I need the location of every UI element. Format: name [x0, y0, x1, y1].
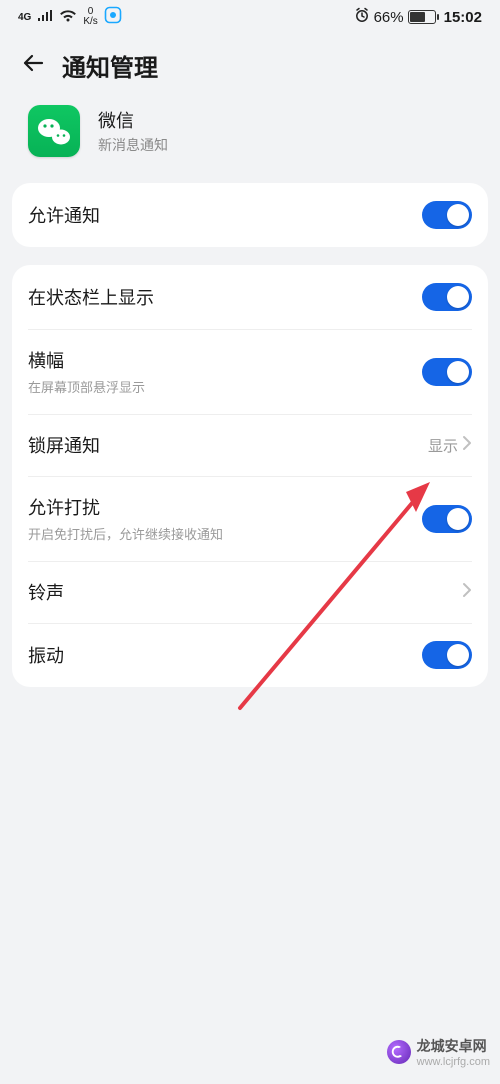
status-right: 66% 15:02: [354, 7, 482, 27]
app-info-card: 微信 新消息通知: [0, 99, 500, 183]
watermark-text: 龙城安卓网: [417, 1036, 490, 1056]
settings-group-main: 允许通知: [12, 183, 488, 247]
row-subtitle: 开启免打扰后，允许继续接收通知: [28, 524, 422, 543]
toggle-allow-disturb[interactable]: [422, 505, 472, 533]
chevron-right-icon: [462, 582, 472, 603]
row-vibrate[interactable]: 振动: [12, 623, 488, 687]
signal-icon: [37, 9, 53, 26]
watermark-url: www.lcjrfg.com: [417, 1056, 490, 1068]
toggle-banner[interactable]: [422, 358, 472, 386]
row-title: 振动: [28, 642, 422, 668]
clock: 15:02: [444, 9, 482, 26]
status-left: 4G 0 K/s: [18, 6, 122, 28]
row-allow-notifications[interactable]: 允许通知: [12, 183, 488, 247]
row-allow-disturb[interactable]: 允许打扰 开启免打扰后，允许继续接收通知: [12, 476, 488, 561]
toggle-vibrate[interactable]: [422, 641, 472, 669]
row-subtitle: 在屏幕顶部悬浮显示: [28, 377, 422, 396]
wifi-icon: [59, 8, 77, 26]
app-name: 微信: [98, 107, 168, 133]
row-title: 允许打扰: [28, 494, 422, 520]
row-status-bar-show[interactable]: 在状态栏上显示: [12, 265, 488, 329]
app-indicator-icon: [104, 6, 122, 28]
row-value: 显示: [428, 435, 458, 456]
page-header: 通知管理: [0, 34, 500, 99]
battery-percent-text: 66%: [374, 9, 404, 26]
battery-icon: [408, 10, 436, 24]
page-title: 通知管理: [62, 48, 158, 83]
status-bar: 4G 0 K/s 66% 15:02: [0, 0, 500, 34]
toggle-status-bar-show[interactable]: [422, 283, 472, 311]
row-title: 横幅: [28, 347, 422, 373]
chevron-right-icon: [462, 435, 472, 456]
wechat-app-icon: [28, 105, 80, 157]
app-subtitle: 新消息通知: [98, 135, 168, 155]
row-title: 在状态栏上显示: [28, 284, 422, 310]
row-title: 锁屏通知: [28, 432, 428, 458]
row-title: 铃声: [28, 579, 462, 605]
alarm-icon: [354, 7, 370, 27]
settings-group-details: 在状态栏上显示 横幅 在屏幕顶部悬浮显示 锁屏通知 显示 允许打扰 开启免打扰后…: [12, 265, 488, 687]
row-ringtone[interactable]: 铃声: [12, 561, 488, 623]
watermark: 龙城安卓网 www.lcjrfg.com: [377, 1032, 500, 1072]
watermark-logo-icon: [387, 1040, 411, 1064]
row-banner[interactable]: 横幅 在屏幕顶部悬浮显示: [12, 329, 488, 414]
back-button[interactable]: [20, 50, 46, 81]
row-lockscreen[interactable]: 锁屏通知 显示: [12, 414, 488, 476]
row-title: 允许通知: [28, 202, 422, 228]
app-info-text: 微信 新消息通知: [98, 107, 168, 155]
speed-indicator: 0 K/s: [83, 7, 97, 27]
toggle-allow-notifications[interactable]: [422, 201, 472, 229]
network-type: 4G: [18, 12, 31, 23]
